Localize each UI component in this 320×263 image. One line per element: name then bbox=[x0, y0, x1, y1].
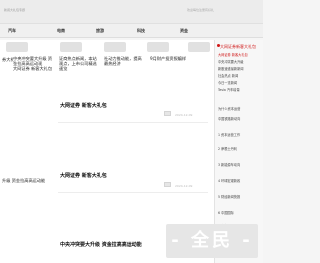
side-item[interactable]: 5 财经新闻快报 bbox=[218, 194, 262, 199]
top-bar: 新闻大礼包专题 欢迎每位注册有好礼 bbox=[0, 0, 263, 24]
image-icon bbox=[164, 111, 171, 116]
nav-item-tech[interactable]: 科技 bbox=[137, 28, 145, 34]
side-item[interactable]: 新股速递最新新闻 bbox=[218, 66, 262, 71]
side-item[interactable]: 3 新能源车动向 bbox=[218, 162, 262, 167]
image-icon bbox=[164, 182, 171, 187]
card-stamp: 2024-12-09 bbox=[175, 184, 193, 188]
hot-headline[interactable]: 大网证券 新客大礼包 bbox=[13, 66, 52, 71]
side-head[interactable]: 大网证券新客大礼包 bbox=[220, 44, 256, 50]
main-nav: 汽车 电商 旅游 科技 资金 bbox=[0, 24, 263, 38]
nav-item-finance[interactable]: 资金 bbox=[180, 28, 188, 34]
side-item[interactable]: 为什么资本运营 bbox=[218, 106, 262, 111]
watermark-logo: - 全民 - bbox=[166, 224, 258, 258]
hot-red-title[interactable]: 中央冲突要大升级 资金拉高高运动现 bbox=[13, 56, 53, 66]
divider bbox=[58, 192, 208, 193]
hot-headline[interactable]: 社动力推动能，提高最热经济 bbox=[104, 56, 144, 66]
side-item[interactable]: 中国铁路新动向 bbox=[218, 116, 262, 121]
side-item[interactable]: 中央冲突要大升级 bbox=[218, 59, 262, 64]
nav-item-car[interactable]: 汽车 bbox=[8, 28, 16, 34]
side-item[interactable]: 今日一览新闻 bbox=[218, 80, 262, 85]
side-item[interactable]: Tesla 汽车增量 bbox=[218, 87, 262, 92]
side-item[interactable]: 4 环球宏观新政 bbox=[218, 178, 262, 183]
divider bbox=[58, 122, 208, 123]
snippet-left[interactable]: 升级 资金拉高高运动能 bbox=[2, 178, 45, 183]
nav-item-travel[interactable]: 旅游 bbox=[96, 28, 104, 34]
top-hint: 欢迎每位注册有好礼 bbox=[187, 8, 215, 12]
tag-pill[interactable] bbox=[6, 42, 28, 52]
card-title[interactable]: 中央冲突要大升级 资金拉高高运动能 bbox=[60, 241, 142, 248]
site-note: 新闻大礼包专题 bbox=[4, 8, 26, 12]
side-item[interactable]: 1 资本运营工作 bbox=[218, 132, 262, 137]
side-item[interactable]: 2 摩根士丹利 bbox=[218, 146, 262, 151]
card-stamp: 2024-12-09 bbox=[175, 113, 193, 117]
tag-pill[interactable] bbox=[147, 42, 169, 52]
side-item[interactable]: 社会热点 新闻 bbox=[218, 73, 262, 78]
card-title[interactable]: 大网证券 新客大礼包 bbox=[60, 172, 107, 179]
side-item[interactable]: 6 中国国际 bbox=[218, 210, 262, 215]
tag-pill[interactable] bbox=[60, 42, 82, 52]
hot-headline[interactable]: 9月财产投资报编样 bbox=[150, 56, 190, 61]
card-title[interactable]: 大网证券 新客大礼包 bbox=[60, 102, 107, 109]
nav-item-ecommerce[interactable]: 电商 bbox=[57, 28, 65, 34]
tag-pill[interactable] bbox=[188, 42, 210, 52]
tag-pill[interactable] bbox=[104, 42, 126, 52]
hot-headline[interactable]: 证商热点新闻，本站观点，上市公司精选速览 bbox=[59, 56, 99, 71]
side-item[interactable]: 大网证券 新客大礼包 bbox=[218, 52, 262, 57]
